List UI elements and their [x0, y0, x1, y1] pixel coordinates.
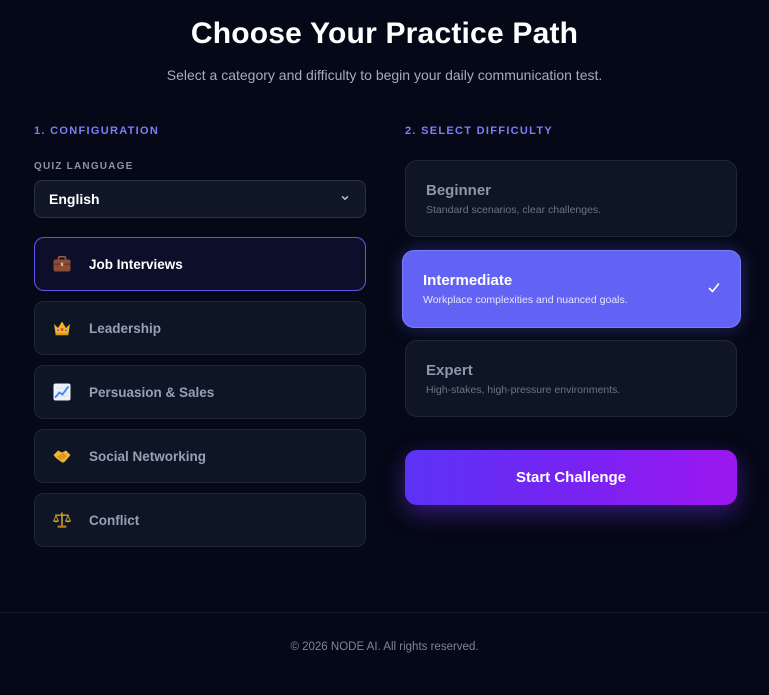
difficulty-title: Expert: [426, 362, 473, 379]
quiz-language-select[interactable]: English: [34, 180, 366, 218]
difficulty-expert[interactable]: Expert High-stakes, high-pressure enviro…: [405, 340, 737, 417]
difficulty-section-label: 2. SELECT DIFFICULTY: [405, 125, 554, 137]
crown-icon: [51, 317, 73, 339]
category-label: Conflict: [89, 512, 140, 528]
difficulty-beginner[interactable]: Beginner Standard scenarios, clear chall…: [405, 160, 737, 237]
category-persuasion-sales[interactable]: Persuasion & Sales: [34, 365, 366, 419]
quiz-language-value: English: [49, 191, 100, 207]
difficulty-description: Standard scenarios, clear challenges.: [426, 204, 602, 216]
difficulty-description: Workplace complexities and nuanced goals…: [423, 294, 628, 306]
chart-increasing-icon: [51, 381, 73, 403]
start-challenge-button[interactable]: Start Challenge: [405, 450, 737, 505]
difficulty-intermediate[interactable]: Intermediate Workplace complexities and …: [402, 250, 741, 328]
category-label: Social Networking: [89, 448, 207, 464]
handshake-icon: [51, 445, 73, 467]
category-job-interviews[interactable]: Job Interviews: [34, 237, 366, 291]
difficulty-title: Beginner: [426, 182, 492, 199]
briefcase-icon: [51, 253, 73, 275]
category-conflict[interactable]: Conflict: [34, 493, 366, 547]
configuration-section-label: 1. CONFIGURATION: [34, 125, 160, 137]
category-leadership[interactable]: Leadership: [34, 301, 366, 355]
check-icon: [708, 283, 720, 293]
category-social-networking[interactable]: Social Networking: [34, 429, 366, 483]
practice-path-page: Choose Your Practice Path Select a categ…: [0, 0, 769, 695]
page-title: Choose Your Practice Path: [190, 17, 579, 50]
page-subtitle: Select a category and difficulty to begi…: [166, 67, 603, 83]
chevron-down-icon: [341, 196, 349, 200]
footer-copyright: © 2026 NODE AI. All rights reserved.: [290, 641, 479, 653]
difficulty-description: High-stakes, high-pressure environments.: [426, 384, 621, 396]
difficulty-title: Intermediate: [423, 272, 513, 289]
category-label: Leadership: [89, 320, 162, 336]
footer-divider: [0, 612, 769, 613]
category-label: Persuasion & Sales: [89, 384, 215, 400]
quiz-language-label: QUIZ LANGUAGE: [34, 161, 134, 172]
balance-scale-icon: [51, 509, 73, 531]
category-label: Job Interviews: [89, 256, 183, 272]
